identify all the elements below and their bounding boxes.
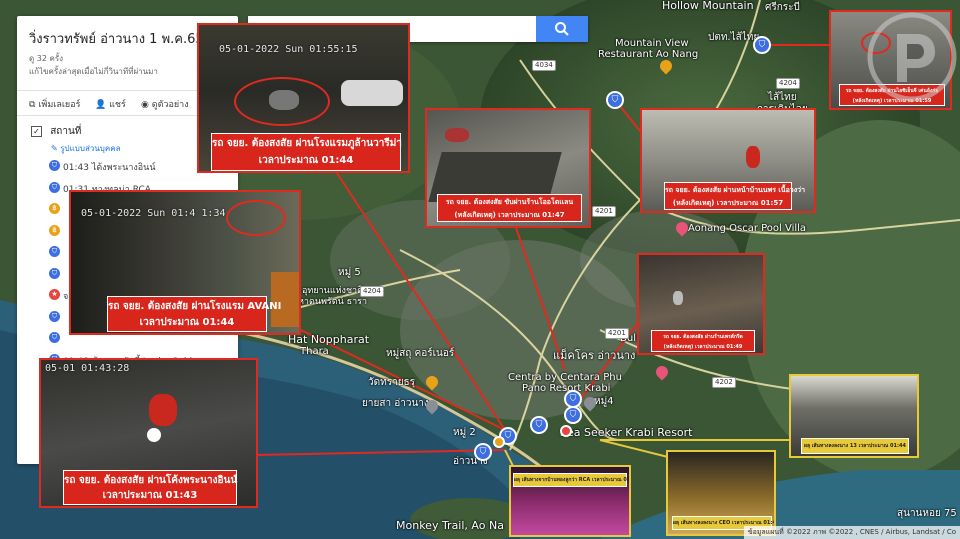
car	[341, 80, 403, 106]
label-moo4: หมู่4	[594, 396, 614, 407]
cctv-icon: ⛉	[49, 332, 60, 343]
motorbike-rider	[149, 394, 177, 426]
cctv-icon: ⛉	[49, 267, 60, 279]
road-shield-4034: 4034	[532, 60, 556, 71]
label-park-2: หาดนพรัตน์ ธารา	[298, 297, 368, 307]
caption: รถ จยย. ต้องสงสัย ผ่านโรงแรมภูล้านวารีม่…	[211, 133, 402, 171]
cctv-icon: ⛉	[49, 160, 60, 171]
motorbike-rider	[746, 146, 760, 168]
view-count: ดู 32 ครั้ง	[29, 54, 64, 63]
road-shield-4201a: 4201	[592, 206, 616, 217]
layers-icon: ⧉	[29, 100, 36, 110]
coin-pin-icon[interactable]	[493, 436, 505, 448]
label-centara: Centra by Centara Phu	[508, 372, 622, 383]
cctv-icon: ⛉	[49, 310, 60, 322]
map-title[interactable]: วิ่งราวทรัพย์ อ่าวนาง 1 พ.ค.65	[29, 28, 204, 49]
add-layer-button[interactable]: ⧉ เพิ่มเลเยอร์	[29, 97, 80, 111]
label-aonang-oscar: Aonang Oscar Pool Villa	[688, 223, 807, 234]
caption: ผลุ เส้นทางจากบ้านทองลูกว่า RCA เวลาประม…	[513, 473, 629, 487]
label-saithai: ไส้ไทย	[768, 92, 797, 103]
watermark-logo-icon	[867, 12, 957, 102]
label-makro: แม็คโคร อ่าวนาง	[553, 349, 636, 362]
coin-icon: ฿	[49, 224, 60, 236]
caption: รถ จยย. ต้องสงสัย ขับผ่านร้านโออโตเเลน (…	[437, 194, 582, 222]
cctv-frame-ceo: ผลุ เส้นทางลงลงนาง CEO เวลาประมาณ 01:42	[666, 450, 776, 536]
caption: ผลุ เส้นทางลงลงนาง 13 เวลาประมาณ 01:44	[801, 438, 909, 454]
banner	[271, 272, 299, 327]
eye-icon: ◉	[141, 100, 149, 110]
label-moo5: หมู่ 5	[338, 267, 361, 278]
coin-icon: ฿	[49, 203, 60, 214]
caption: รถ จยย. ต้องสงสัย ผ่านโค้งพระนางอินน์ เว…	[63, 470, 237, 505]
label-sansuan: สุนานหอย 75	[897, 508, 957, 519]
cctv-frame-avani: 05-01-2022 Sun 01:4 1:34 รถ จยย. ต้องสงส…	[69, 190, 301, 335]
headlight	[147, 428, 161, 442]
label-monkey-trail: Monkey Trail, Ao Na	[396, 519, 504, 532]
timestamp: 05-01-2022 Sun 01:55:15	[219, 44, 358, 55]
last-edited: แก้ไขครั้งล่าสุดเมื่อไม่กี่วินาทีที่ผ่าน…	[29, 67, 158, 76]
caption: รถ จยย. ต้องสงสัย ผ่านร้านเพรส์กรีด (หลั…	[651, 330, 755, 352]
label-market: หมู่สถุ คอร์เนอร์	[386, 348, 455, 359]
highlight-circle	[226, 200, 286, 236]
cctv-pin-icon[interactable]: ⛉	[474, 443, 492, 461]
label-sea-seeker: Sea Seeker Krabi Resort	[560, 426, 693, 439]
preview-button[interactable]: ◉ ดูตัวอย่าง	[141, 97, 189, 111]
cctv-pin-icon[interactable]: ⛉	[564, 406, 582, 424]
custom-style-link[interactable]: ✎ รูปแบบส่วนบุคคล	[51, 142, 120, 155]
label-wat: วัดทรายธรุ	[368, 377, 416, 388]
caption: รถ จยย. ต้องสงสัย ผ่านหน้าบ้านนพร เนื้อว…	[664, 182, 805, 210]
highlight-circle	[234, 77, 330, 126]
incident-pin-icon[interactable]	[560, 425, 572, 437]
road-shield-4204a: 4204	[776, 78, 800, 89]
layer-checkbox[interactable]: ✓	[31, 126, 42, 137]
place-list-item-label: 01:43 ได้งพระนางอินน์	[63, 163, 156, 173]
label-hollow-mountain: Hollow Mountain	[662, 0, 754, 12]
car	[445, 128, 469, 142]
map-attribution: ข้อมูลแผนที่ ©2022 ภาพ ©2022 , CNES / Ai…	[743, 526, 960, 539]
share-button[interactable]: 👤 แชร์	[95, 97, 126, 111]
add-person-icon: 👤	[95, 100, 107, 110]
cctv-frame-street: ผลุ เส้นทางลงลงนาง 13 เวลาประมาณ 01:44	[789, 374, 919, 458]
label-mountain-view: Mountain View	[615, 38, 689, 49]
label-moo2: หมู่ 2	[453, 427, 476, 438]
cctv-icon: ⛉	[49, 181, 60, 193]
cctv-pin-icon[interactable]: ⛉	[530, 416, 548, 434]
label-hat-nopparat: Hat Noppharat	[288, 333, 370, 346]
timestamp: 05-01-2022 Sun 01:4 1:34	[81, 208, 226, 219]
cctv-frame-bar: ผลุ เส้นทางจากบ้านทองลูกว่า RCA เวลาประม…	[509, 465, 631, 537]
label-park-1: อุทยานแห่งชาติ	[302, 286, 363, 296]
timestamp: 05-01 01:43:28	[45, 363, 130, 374]
place-list-item-label: จ	[63, 292, 69, 302]
label-yabsala: ยายสา อ่าวนาง	[362, 398, 429, 409]
star-icon: ★	[49, 289, 60, 300]
search-icon	[555, 22, 569, 36]
cctv-frame-shop: รถ จยย. ต้องสงสัย ขับผ่านร้านโออโตเเลน (…	[425, 108, 591, 228]
cctv-icon: ⛉	[49, 246, 60, 257]
brush-icon: ✎	[51, 144, 58, 153]
label-thara: Thara	[300, 346, 329, 357]
label-sri-krabi: ศรีกระบี	[765, 2, 800, 13]
road-shield-4204b: 4204	[360, 286, 384, 297]
road-shield-4202: 4202	[712, 377, 736, 388]
cctv-frame-store: รถ จยย. ต้องสงสัย ผ่านร้านเพรส์กรีด (หลั…	[637, 253, 765, 355]
road-shield-4201b: 4201	[605, 328, 629, 339]
search-button[interactable]	[536, 16, 588, 42]
layer-name: สถานที่	[50, 126, 82, 137]
caption: รถ จยย. ต้องสงสัย ผ่านโรงแรม AVANI เวลาป…	[107, 296, 281, 332]
cctv-pin-icon[interactable]: ⛉	[606, 91, 624, 109]
layer-header[interactable]: ✓ สถานที่	[31, 124, 81, 139]
cctv-frame-curve: 05-01 01:43:28 รถ จยย. ต้องสงสัย ผ่านโค้…	[39, 358, 258, 508]
label-ptt: ปตท.ไส้ไทย	[708, 32, 760, 43]
cctv-pin-icon[interactable]: ⛉	[753, 36, 771, 54]
cctv-frame-house: รถ จยย. ต้องสงสัย ผ่านหน้าบ้านนพร เนื้อว…	[640, 108, 816, 213]
label-mountain-view-2: Restaurant Ao Nang	[598, 49, 699, 60]
cctv-frame-hotel: 05-01-2022 Sun 01:55:15 รถ จยย. ต้องสงสั…	[197, 23, 410, 173]
motorbike-rider	[673, 291, 683, 305]
